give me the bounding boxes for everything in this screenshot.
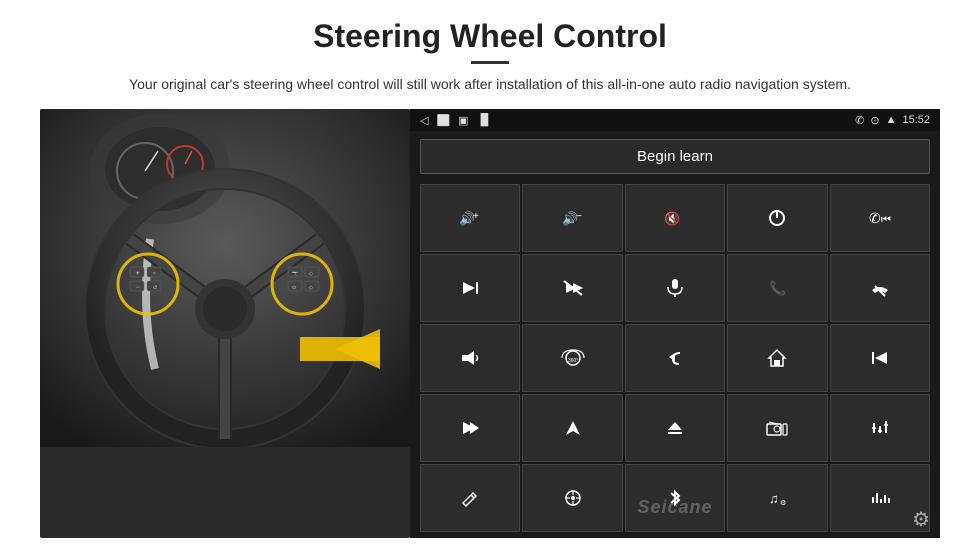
begin-learn-button[interactable]: Begin learn (420, 139, 930, 174)
svg-text:📞: 📞 (769, 279, 787, 297)
svg-text:⚙: ⚙ (780, 499, 786, 507)
skip-fwd-button[interactable] (420, 394, 520, 462)
power-button[interactable] (727, 184, 827, 252)
back-nav-icon[interactable]: ◁ (420, 114, 428, 127)
svg-text:✆: ✆ (869, 210, 881, 226)
svg-text:⏮: ⏮ (881, 214, 891, 226)
time-display: 15:52 (902, 114, 930, 126)
head-unit-panel: ◁ ⬜ ▣ ▐▌ ✆ ⊙ ▲ 15:52 Begin learn (410, 109, 940, 538)
page-subtitle: Your original car's steering wheel contr… (129, 74, 851, 95)
music-button[interactable]: ♫ ⚙ (727, 464, 827, 532)
360-camera-button[interactable]: 360° (522, 324, 622, 392)
equalizer-button[interactable] (830, 394, 930, 462)
call-button[interactable]: 📞 (727, 254, 827, 322)
svg-text:🔇: 🔇 (664, 211, 680, 226)
next-track-button[interactable] (420, 254, 520, 322)
status-bar-left: ◁ ⬜ ▣ ▐▌ (420, 114, 492, 127)
title-divider (471, 61, 509, 64)
status-bar-right: ✆ ⊙ ▲ 15:52 (855, 114, 930, 127)
signal-icon: ▐▌ (477, 114, 493, 126)
prev-chapter-button[interactable] (830, 324, 930, 392)
settings-gear-icon[interactable]: ⚙ (912, 507, 930, 532)
horn-button[interactable] (420, 324, 520, 392)
mic-button[interactable] (625, 254, 725, 322)
bluetooth-button[interactable] (625, 464, 725, 532)
prev-skip-button[interactable]: ✆⏮ (830, 184, 930, 252)
wifi-status-icon: ▲ (886, 114, 897, 126)
back-button[interactable] (625, 324, 725, 392)
svg-text:⊙: ⊙ (292, 285, 296, 291)
vol-down-button[interactable]: 🔊− (522, 184, 622, 252)
eject-button[interactable] (625, 394, 725, 462)
begin-learn-row: Begin learn (410, 131, 940, 182)
svg-text:♫: ♫ (769, 491, 779, 506)
svg-text:◇: ◇ (309, 285, 313, 291)
svg-text:360°: 360° (568, 358, 578, 364)
menu-button[interactable] (522, 464, 622, 532)
svg-text:−: − (136, 285, 140, 291)
svg-text:+: + (473, 211, 479, 222)
phone-status-icon: ✆ (855, 114, 864, 127)
radio-button[interactable] (727, 394, 827, 462)
svg-text:≈: ≈ (153, 271, 156, 277)
mute-button[interactable]: 🔇 (625, 184, 725, 252)
steering-wheel-image: + ≈ − ↺ 📷 ◇ ⊙ ◇ (40, 109, 410, 538)
svg-text:+: + (136, 271, 140, 277)
page-title: Steering Wheel Control (313, 18, 667, 55)
content-row: + ≈ − ↺ 📷 ◇ ⊙ ◇ (40, 109, 940, 538)
home-button[interactable] (727, 324, 827, 392)
svg-text:📷: 📷 (292, 271, 298, 277)
svg-text:◇: ◇ (309, 271, 313, 277)
nav-button[interactable] (522, 394, 622, 462)
page-wrapper: Steering Wheel Control Your original car… (0, 0, 980, 548)
recents-nav-icon[interactable]: ▣ (458, 114, 468, 127)
ff-mute-button[interactable] (522, 254, 622, 322)
home-nav-icon[interactable]: ⬜ (436, 114, 450, 127)
edit-button[interactable] (420, 464, 520, 532)
location-status-icon: ⊙ (870, 114, 879, 127)
svg-text:↺: ↺ (153, 285, 157, 291)
end-call-button[interactable] (830, 254, 930, 322)
status-bar: ◁ ⬜ ▣ ▐▌ ✆ ⊙ ▲ 15:52 (410, 109, 940, 131)
vol-up-button[interactable]: 🔊+ (420, 184, 520, 252)
controls-grid: 🔊+ 🔊− 🔇 ✆⏮ (410, 182, 940, 538)
svg-text:−: − (576, 211, 582, 222)
